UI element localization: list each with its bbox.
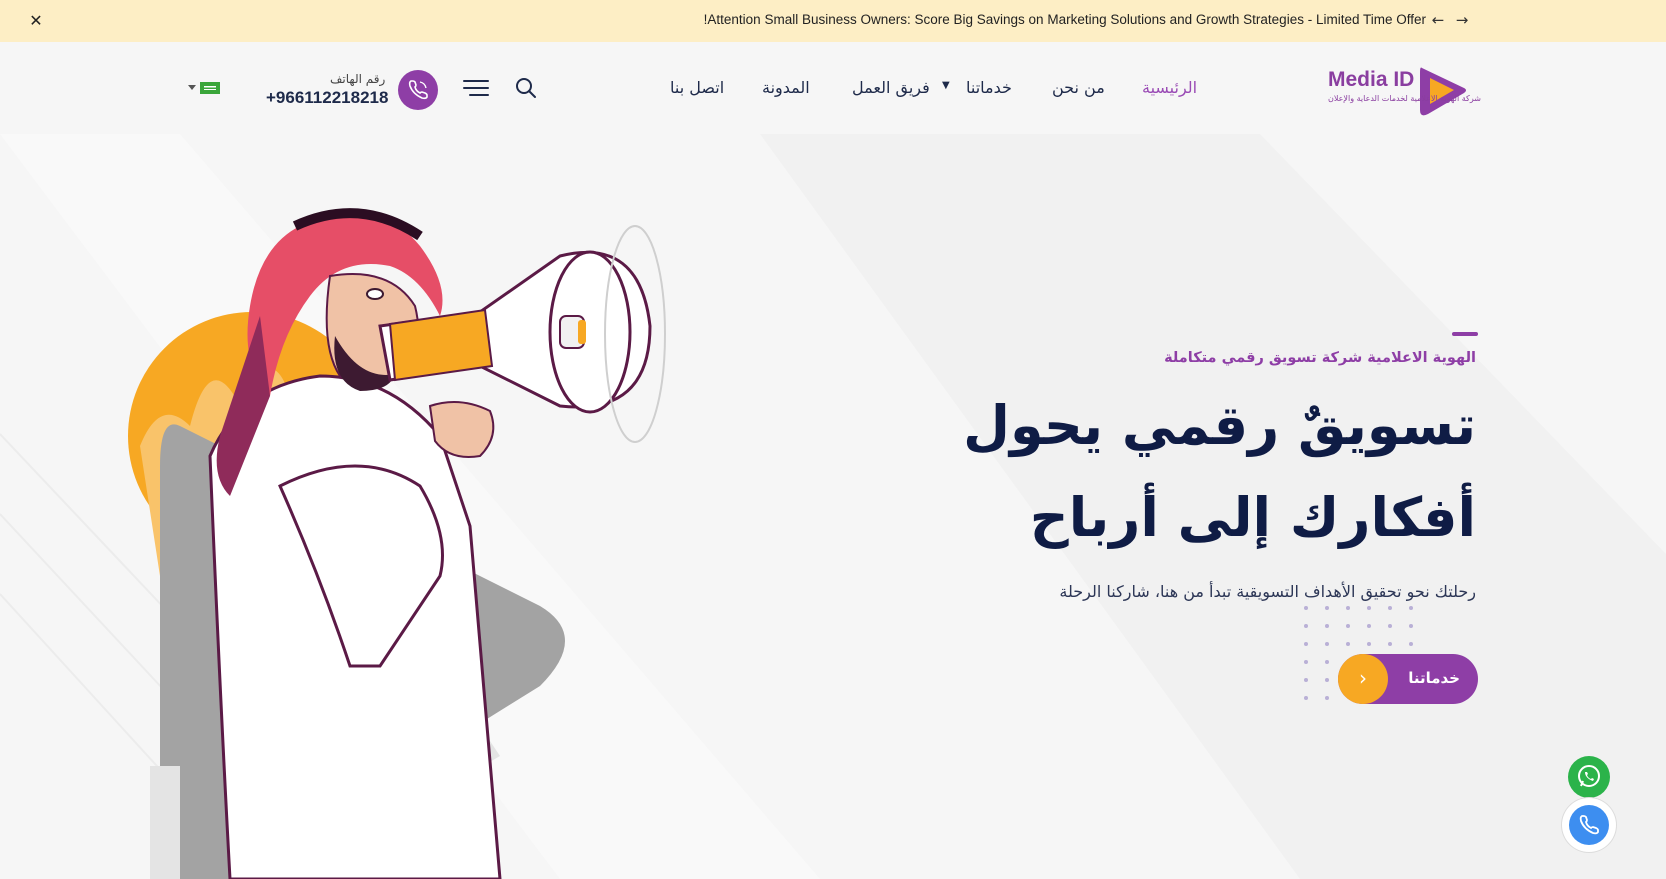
site-header: Media ID شركة الهوية الاعلامية لخدمات ال…	[0, 42, 1666, 134]
hero-kicker: الهوية الاعلامية شركة تسويق رقمي متكاملة	[1164, 350, 1476, 366]
chevron-right-icon: ›	[1338, 654, 1388, 704]
announcement-prev-button[interactable]: ←	[1428, 10, 1448, 30]
phone-icon	[408, 80, 428, 100]
call-button-inner	[1569, 805, 1609, 845]
close-icon: ✕	[29, 11, 43, 30]
announcement-bar: ✕ !Attention Small Business Owners: Scor…	[0, 0, 1666, 42]
nav-services[interactable]: خدماتنا	[966, 78, 1012, 97]
menu-icon[interactable]	[462, 78, 490, 98]
nav-team[interactable]: فريق العمل	[852, 78, 930, 97]
hero-title-line2: أفكارك إلى أرباح	[1029, 486, 1476, 549]
call-button[interactable]	[1562, 798, 1616, 852]
search-icon[interactable]	[514, 76, 538, 100]
language-switcher[interactable]	[186, 80, 222, 96]
arrow-right-icon: →	[1455, 11, 1469, 29]
chevron-down-icon[interactable]: ▼	[942, 80, 950, 91]
phone-number[interactable]: +966112218218	[266, 88, 388, 108]
services-cta-button[interactable]: › خدماتنا	[1338, 654, 1478, 704]
logo-subtitle: شركة الهوية الاعلامية لخدمات الدعاية وال…	[1328, 94, 1481, 103]
hero-illustration	[128, 208, 666, 879]
announcement-text[interactable]: !Attention Small Business Owners: Score …	[704, 12, 1426, 27]
hero-accent-line	[1452, 332, 1478, 336]
hero-title-line1: تسويقٌ رقمي يحول	[963, 394, 1476, 457]
nav-home[interactable]: الرئيسية	[1142, 78, 1197, 97]
cta-label: خدماتنا	[1408, 669, 1460, 687]
whatsapp-button[interactable]	[1568, 756, 1610, 798]
phone-label: رقم الهاتف	[330, 72, 386, 86]
nav-about[interactable]: من نحن	[1052, 78, 1105, 97]
phone-button[interactable]	[398, 70, 438, 110]
arrow-left-icon: ←	[1431, 11, 1445, 29]
announcement-next-button[interactable]: →	[1452, 10, 1472, 30]
hero-subtitle: رحلتك نحو تحقيق الأهداف التسويقية تبدأ م…	[1059, 582, 1476, 601]
flag-icon	[200, 82, 220, 94]
nav-contact[interactable]: اتصل بنا	[670, 78, 724, 97]
hero-title: تسويقٌ رقمي يحول أفكارك إلى أرباح	[916, 380, 1476, 564]
nav-blog[interactable]: المدونة	[762, 78, 810, 97]
phone-icon	[1579, 815, 1599, 835]
whatsapp-icon	[1578, 765, 1600, 787]
close-announcement-button[interactable]: ✕	[26, 11, 46, 31]
logo-text: Media ID	[1328, 68, 1415, 91]
